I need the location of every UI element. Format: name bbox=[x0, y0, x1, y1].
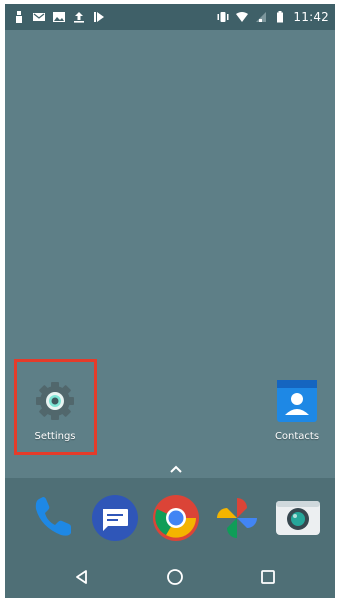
person-icon bbox=[13, 11, 25, 23]
play-icon bbox=[93, 11, 105, 23]
back-icon[interactable] bbox=[73, 568, 91, 586]
contacts-app[interactable]: Contacts bbox=[262, 377, 332, 442]
home-icon[interactable] bbox=[166, 568, 184, 586]
upload-icon bbox=[73, 11, 85, 23]
mail-icon bbox=[33, 11, 45, 23]
contacts-icon bbox=[273, 377, 321, 425]
status-time: 11:42 bbox=[293, 10, 329, 24]
settings-icon bbox=[31, 377, 79, 425]
settings-app-label: Settings bbox=[34, 431, 76, 442]
chrome-icon[interactable] bbox=[151, 493, 201, 543]
contacts-app-label: Contacts bbox=[274, 431, 320, 442]
navigation-bar bbox=[5, 556, 335, 598]
wifi-icon bbox=[236, 11, 249, 23]
vibrate-icon bbox=[217, 11, 229, 23]
signal-icon bbox=[255, 11, 267, 23]
phone-screen: 11:42 Settings Contacts bbox=[5, 4, 335, 598]
messages-icon[interactable] bbox=[90, 493, 140, 543]
phone-icon[interactable] bbox=[27, 493, 77, 543]
photos-icon[interactable] bbox=[212, 493, 262, 543]
notification-icons bbox=[5, 11, 105, 23]
system-icons: 11:42 bbox=[217, 10, 335, 24]
camera-icon[interactable] bbox=[273, 493, 323, 543]
settings-app[interactable]: Settings bbox=[20, 377, 90, 442]
app-drawer-chevron-up-icon[interactable] bbox=[170, 459, 182, 473]
battery-icon bbox=[274, 11, 286, 23]
recents-icon[interactable] bbox=[259, 568, 277, 586]
image-icon bbox=[53, 11, 65, 23]
dock bbox=[5, 478, 335, 556]
status-bar: 11:42 bbox=[5, 4, 335, 30]
